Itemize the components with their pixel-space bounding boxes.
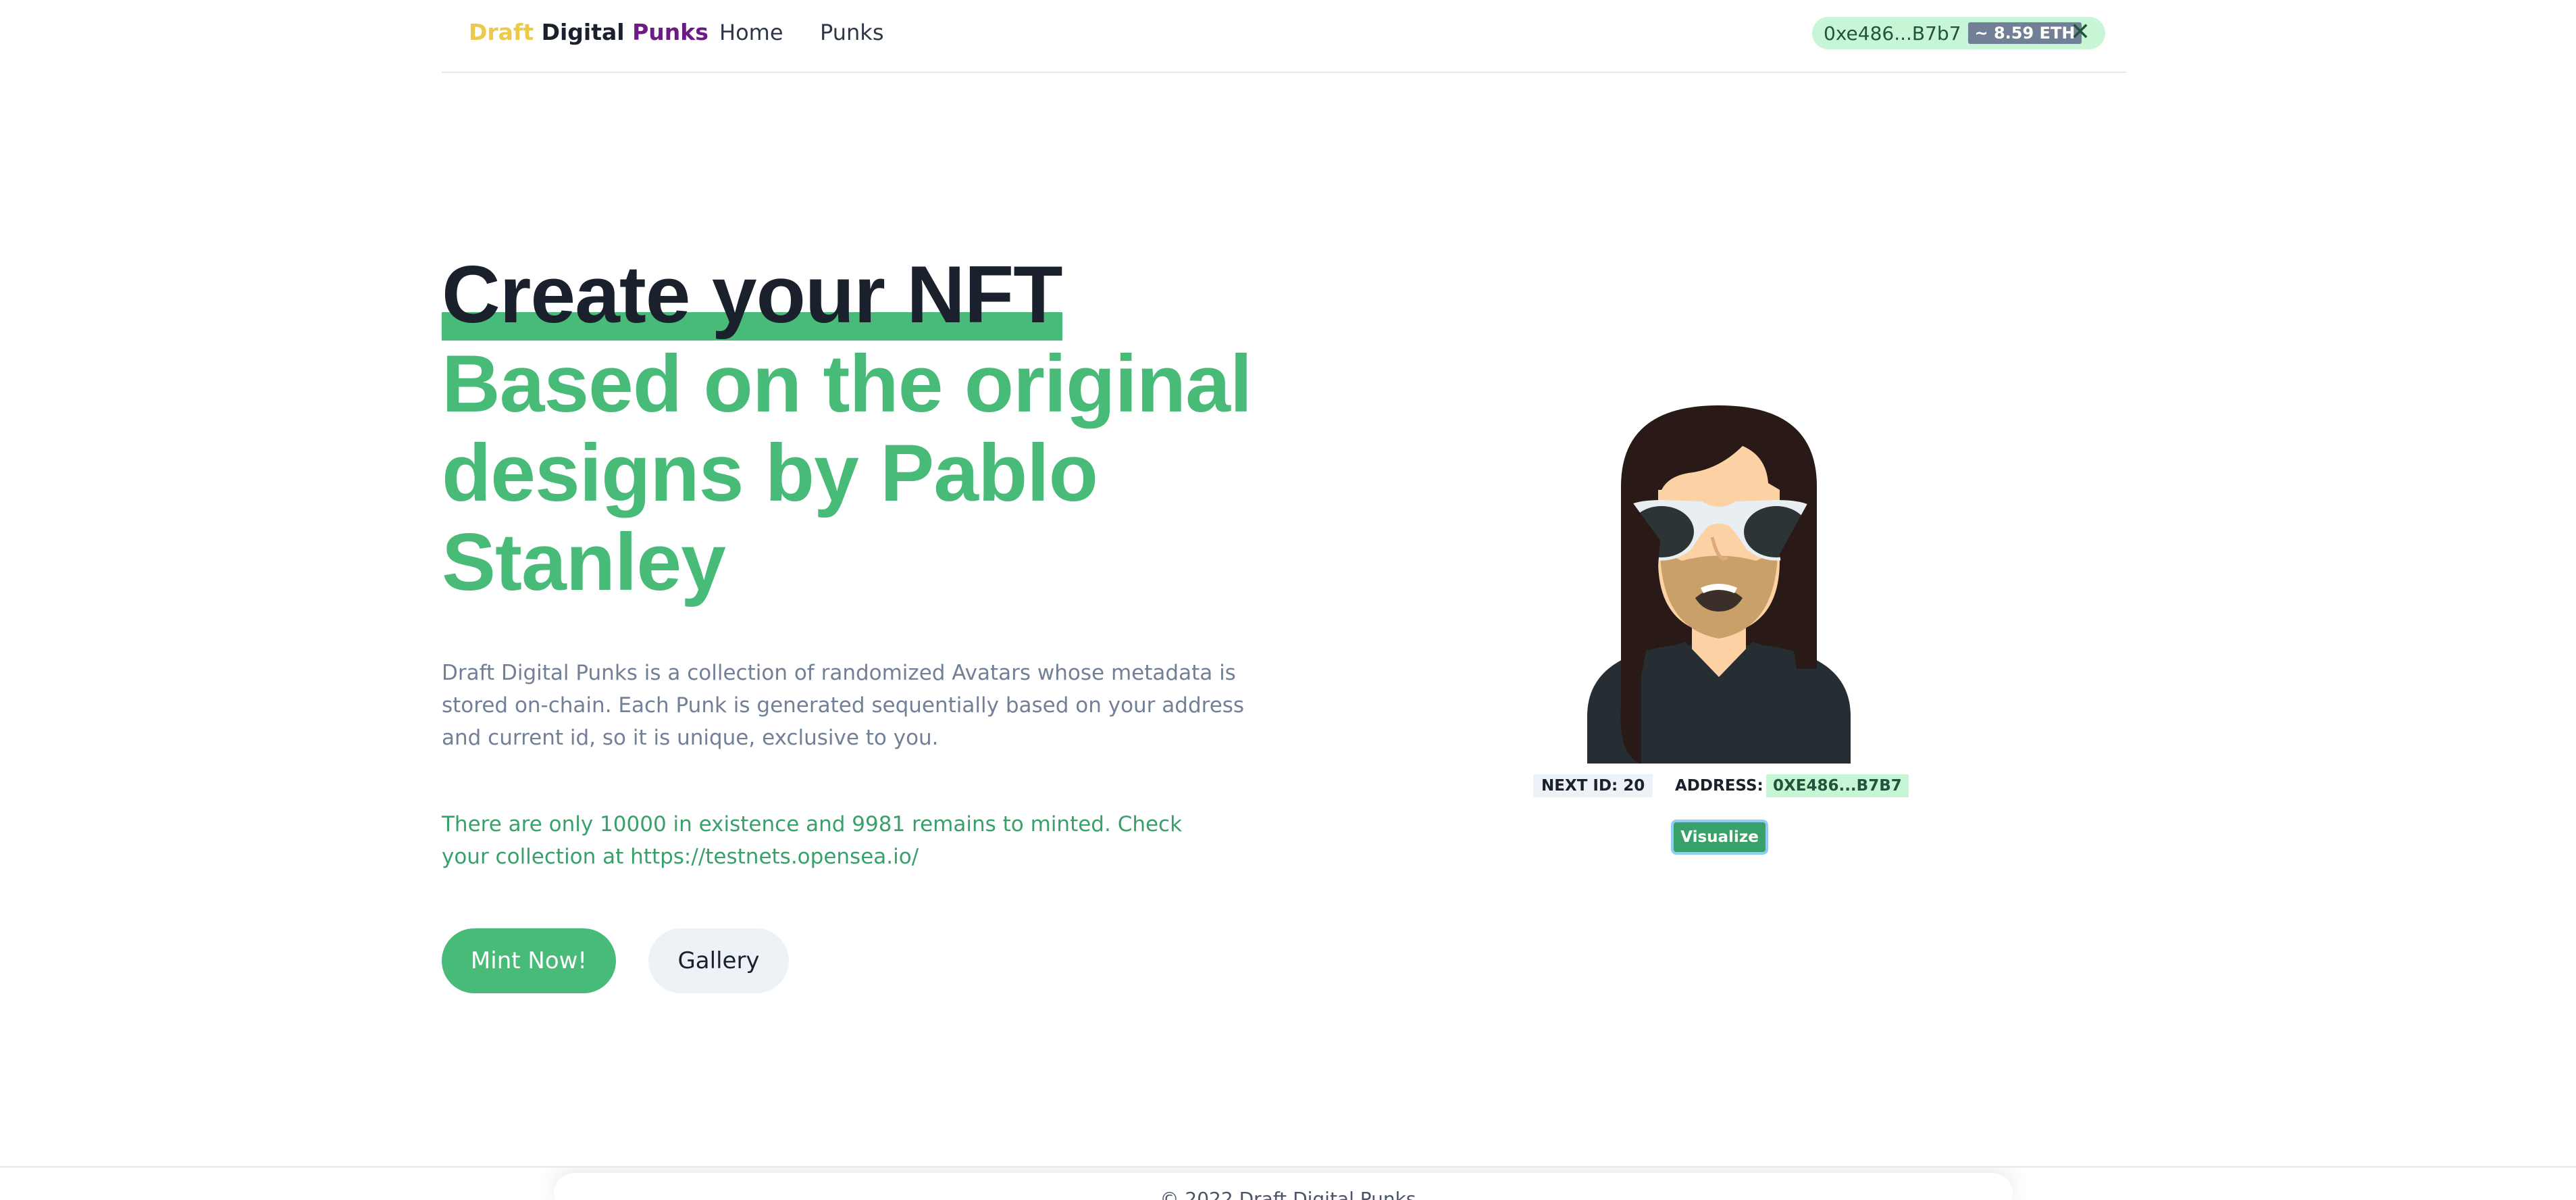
hero-supply-note: There are only 10000 in existence and 99…: [442, 812, 1183, 869]
footer: © 2022 Draft Digital Punks: [0, 1166, 2576, 1200]
nav-link-home[interactable]: Home: [719, 20, 783, 45]
brand-word-digital: Digital: [541, 19, 625, 45]
footer-text: © 2022 Draft Digital Punks: [1160, 1188, 1416, 1200]
brand-logo[interactable]: Draft Digital Punks: [469, 19, 709, 45]
hero-title: Create your NFT Based on the original de…: [442, 250, 1286, 607]
gallery-button[interactable]: Gallery: [648, 928, 789, 993]
visualize-button[interactable]: Visualize: [1671, 820, 1768, 855]
hero-title-line2: Based on the original designs by Pablo S…: [442, 339, 1252, 607]
hero-description: Draft Digital Punks is a collection of r…: [442, 661, 1245, 750]
brand-word-punks: Punks: [632, 19, 709, 45]
address-value-badge: 0XE486...B7B7: [1766, 774, 1909, 797]
mint-now-button[interactable]: Mint Now!: [442, 928, 616, 993]
address-label: ADDRESS:: [1675, 777, 1763, 795]
wallet-badge[interactable]: 0xe486...B7b7 ~ 8.59 ETH ✕: [1812, 17, 2105, 49]
punk-avatar-image: [1587, 405, 1851, 764]
wallet-balance: ~ 8.59 ETH: [1967, 22, 2082, 44]
next-id-badge: NEXT ID: 20: [1533, 774, 1653, 797]
wallet-address: 0xe486...B7b7: [1824, 22, 1961, 45]
hero-title-line1: Create your NFT: [442, 249, 1063, 341]
brand-word-draft: Draft: [469, 19, 534, 45]
close-icon[interactable]: ✕: [2070, 19, 2090, 46]
nav-link-punks[interactable]: Punks: [820, 20, 884, 45]
navbar: Draft Digital Punks Home Punks 0xe486...…: [442, 0, 2126, 73]
